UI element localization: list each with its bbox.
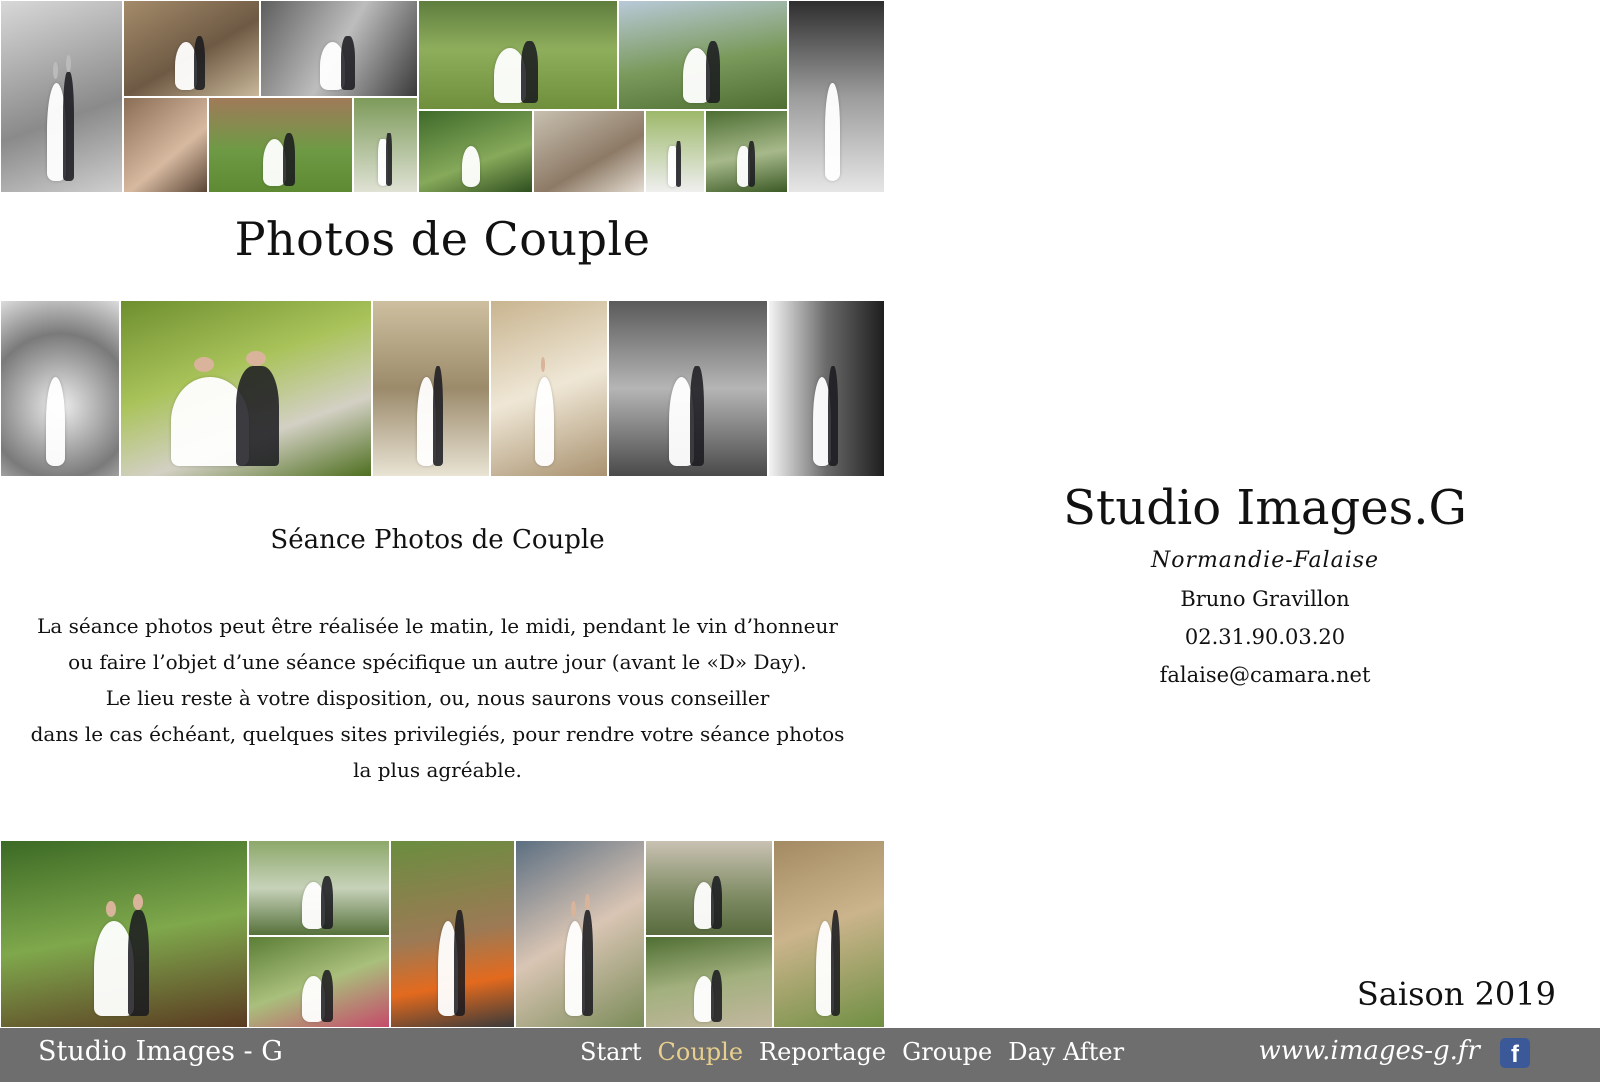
wedding-photo xyxy=(0,840,248,1028)
footer-nav: Start Couple Reportage Groupe Day After xyxy=(580,1038,1124,1066)
wedding-photo xyxy=(260,0,418,97)
wedding-photo xyxy=(490,300,608,477)
description-line: dans le cas échéant, quelques sites priv… xyxy=(30,722,845,746)
page-title: Photos de Couple xyxy=(234,212,651,266)
wedding-photo xyxy=(533,110,645,193)
footer-bar: Studio Images - G Start Couple Reportage… xyxy=(0,1028,1600,1082)
wedding-photo xyxy=(645,840,773,936)
wedding-photo xyxy=(788,0,885,193)
nav-groupe[interactable]: Groupe xyxy=(902,1038,992,1066)
season-label: Saison 2019 xyxy=(1356,975,1556,1013)
wedding-photo xyxy=(418,0,618,110)
footer-brand[interactable]: Studio Images - G xyxy=(38,1036,283,1067)
session-heading: Séance Photos de Couple xyxy=(270,525,605,555)
wedding-photo xyxy=(705,110,788,193)
nav-reportage[interactable]: Reportage xyxy=(759,1038,886,1066)
nav-day-after[interactable]: Day After xyxy=(1008,1038,1124,1066)
description-line: ou faire l’objet d’une séance spécifique… xyxy=(68,650,807,674)
photo-collage-bottom xyxy=(0,840,885,1028)
wedding-photo xyxy=(618,0,788,110)
studio-phone: 02.31.90.03.20 xyxy=(1184,625,1346,649)
wedding-photo xyxy=(248,936,390,1028)
wedding-photo xyxy=(0,300,120,477)
wedding-photo xyxy=(248,840,390,936)
wedding-photo xyxy=(418,110,533,193)
studio-owner: Bruno Gravillon xyxy=(1180,587,1350,611)
website-link[interactable]: www.images-g.fr xyxy=(1258,1036,1480,1066)
description-line: la plus agréable. xyxy=(353,758,522,782)
wedding-photo xyxy=(123,97,208,193)
session-description: La séance photos peut être réalisée le m… xyxy=(0,608,875,788)
wedding-photo xyxy=(773,840,885,1028)
wedding-photo xyxy=(645,110,705,193)
studio-info: Studio Images.G Normandie-Falaise Bruno … xyxy=(1000,480,1530,687)
nav-start[interactable]: Start xyxy=(580,1038,642,1066)
wedding-photo xyxy=(390,840,515,1028)
wedding-photo xyxy=(0,0,123,193)
wedding-photo xyxy=(353,97,418,193)
wedding-photo xyxy=(768,300,885,477)
studio-region: Normandie-Falaise xyxy=(1150,548,1380,573)
photo-collage-top xyxy=(0,0,885,193)
studio-email[interactable]: falaise@camara.net xyxy=(1000,663,1530,687)
wedding-photo xyxy=(123,0,260,97)
wedding-photo xyxy=(608,300,768,477)
description-line: Le lieu reste à votre disposition, ou, n… xyxy=(105,686,770,710)
studio-name: Studio Images.G xyxy=(1063,480,1467,536)
description-line: La séance photos peut être réalisée le m… xyxy=(37,614,838,638)
wedding-photo xyxy=(120,300,372,477)
wedding-photo xyxy=(208,97,353,193)
facebook-icon[interactable]: f xyxy=(1500,1038,1530,1068)
nav-couple[interactable]: Couple xyxy=(658,1038,744,1066)
wedding-photo xyxy=(645,936,773,1028)
photo-collage-middle xyxy=(0,300,885,477)
wedding-photo xyxy=(372,300,490,477)
wedding-photo xyxy=(515,840,645,1028)
